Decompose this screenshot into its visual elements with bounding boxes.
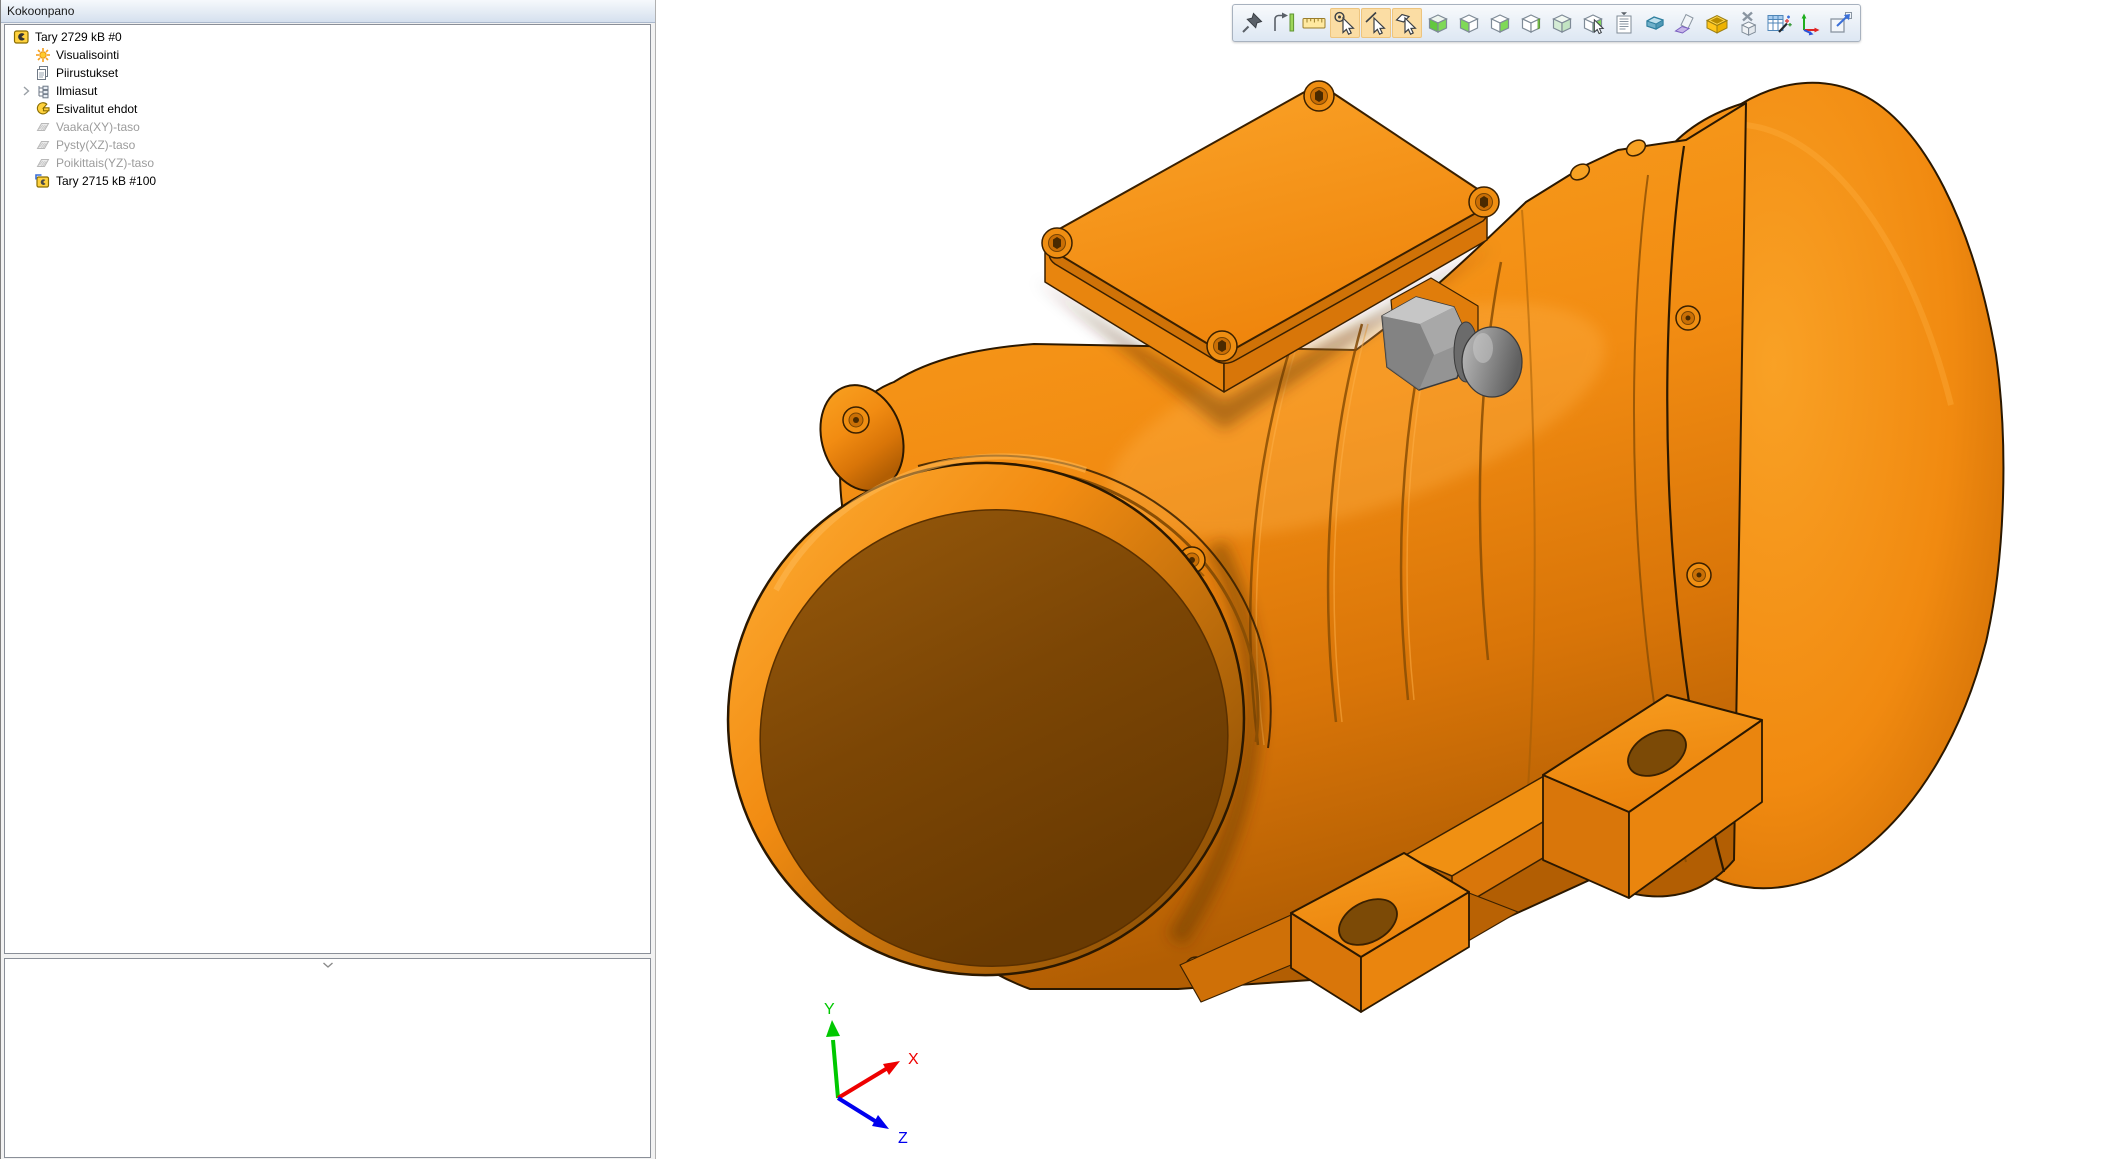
tree-item[interactable]: Vaaka(XY)-taso [5,118,650,136]
assembly-panel: Kokoonpano Tary 2729 kB #0 Visualisointi P… [0,0,655,1159]
tree-item-label: Vaaka(XY)-taso [56,120,140,134]
tree-item[interactable]: Ilmiasut [5,82,650,100]
svg-text:Y: Y [824,1001,835,1018]
chevron-spacer [19,66,34,80]
assembly-icon [13,29,30,45]
tree-rows: Tary 2729 kB #0 Visualisointi Piirustukset… [5,28,650,190]
chevron-spacer [19,120,34,134]
tree-item-label: Tary 2729 kB #0 [35,30,122,44]
panel-title: Kokoonpano [1,0,655,23]
model-canvas[interactable]: Y X Z [656,0,2125,1159]
panel-collapse-grip[interactable] [318,960,338,970]
chevron-spacer [19,48,34,62]
plane-icon [34,137,51,153]
tree-item[interactable]: Tary 2729 kB #0 [5,28,650,46]
preselected-conditions-icon [34,101,51,117]
orientation-axes: Y X Z [824,1001,919,1147]
chevron-spacer [19,138,34,152]
svg-text:X: X [908,1051,919,1068]
tree-item-label: Esivalitut ehdot [56,102,137,116]
drawings-icon [34,65,51,81]
expand-chevron-icon[interactable] [19,84,34,98]
tree-item-label: Poikittais(YZ)-taso [56,156,154,170]
tree-item-label: Visualisointi [56,48,119,62]
appearances-icon [34,83,51,99]
component-icon [34,173,51,189]
tree-item[interactable]: Visualisointi [5,46,650,64]
assembly-tree[interactable]: Tary 2729 kB #0 Visualisointi Piirustukset… [4,24,651,954]
tree-item[interactable]: Piirustukset [5,64,650,82]
chevron-spacer [19,102,34,116]
svg-text:Z: Z [898,1130,908,1147]
chevron-down-icon [322,962,334,969]
plane-icon [34,155,51,171]
tree-item[interactable]: Pysty(XZ)-taso [5,136,650,154]
tree-item-label: Tary 2715 kB #100 [56,174,156,188]
model-vibration-motor[interactable] [687,81,2003,1016]
tree-item-label: Piirustukset [56,66,118,80]
chevron-spacer [19,174,34,188]
tree-item-label: Pysty(XZ)-taso [56,138,135,152]
tree-item[interactable]: Esivalitut ehdot [5,100,650,118]
chevron-spacer [19,156,34,170]
axis-z: Z [838,1098,908,1147]
cad-application-window: Kokoonpano Tary 2729 kB #0 Visualisointi P… [0,0,2125,1159]
tree-item-label: Ilmiasut [56,84,97,98]
secondary-panel [4,958,651,1158]
plane-icon [34,119,51,135]
3d-viewport[interactable]: Y X Z [655,0,2125,1159]
axis-x: X [838,1051,919,1098]
visualization-icon [34,47,51,63]
tree-item[interactable]: Tary 2715 kB #100 [5,172,650,190]
tree-item[interactable]: Poikittais(YZ)-taso [5,154,650,172]
axis-y: Y [824,1001,840,1098]
